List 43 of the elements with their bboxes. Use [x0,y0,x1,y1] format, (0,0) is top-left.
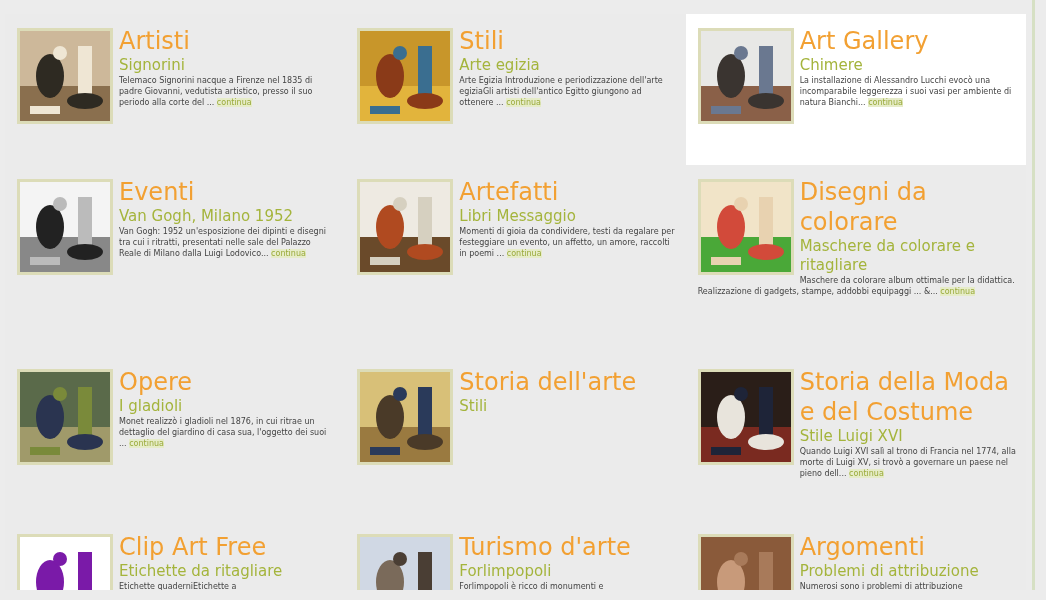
continue-link[interactable]: continua [940,287,976,296]
card-description: Maschere da colorare album ottimale per la didattica. Realizzazione di gadgets, stampe, addobbi equipaggi ... &... continua [697,275,1016,297]
card-title[interactable]: Art Gallery [697,26,1016,56]
card-title[interactable]: Artisti [17,26,336,56]
card-subtitle[interactable]: Stili [357,397,676,416]
card-description: Numerosi sono i problemi di attribuzione [798,581,964,590]
continue-link[interactable]: continua [271,249,306,258]
card-title[interactable]: Opere [17,367,336,397]
card-subtitle[interactable]: Maschere da colorare e ritagliare [697,237,1016,275]
card-subtitle[interactable]: Signorini [17,56,336,75]
card-description: Quando Luigi XVI salì al trono di Francia nel 1774, alla morte di Luigi XV, si trovò a governare un paese nel pieno dell... continua [798,446,1016,479]
card-subtitle[interactable]: Chimere [697,56,1016,75]
card-description: Momenti di gioia da condividere, testi da regalare per festeggiare un evento, un affetto, un amore, raccolti in poemi ... continua [458,226,676,259]
continue-link[interactable]: continua [506,98,541,107]
card-title[interactable]: Storia dell'arte [357,367,676,397]
card-subtitle[interactable]: Etichette da ritagliare [17,562,336,581]
card-description: Arte Egizia Introduzione e periodizzazione dell'arte egiziaGli artisti dell'antico Egitto giungono ad ottenere ... continua [458,75,664,108]
card-title[interactable]: Stili [357,26,676,56]
card-description: Telemaco Signorini nacque a Firenze nel 1835 di padre Giovanni, vedutista artistico, presso il suo periodo alla corte del ... continua [118,75,314,108]
card-title[interactable]: Storia della Moda e del Costume [697,367,1016,427]
card-subtitle[interactable]: Problemi di attribuzione [697,562,1016,581]
card-description: La installazione di Alessandro Lucchi evocò una incomparabile leggerezza i suoi vasi per ambiente di natura Bianchi... continua [798,75,1013,108]
card-subtitle[interactable]: I gladioli [17,397,336,416]
continue-link[interactable]: continua [868,98,903,107]
continue-link[interactable]: continua [506,249,542,258]
card-description: Monet realizzò i gladioli nel 1876, in cui ritrae un dettaglio del giardino di casa sua, l'oggetto dei suoi ... continua [118,416,328,449]
card-title[interactable]: Eventi [17,177,336,207]
card-description: Forlimpopoli è ricco di monumenti e [458,581,605,590]
card-subtitle[interactable]: Van Gogh, Milano 1952 [17,207,336,226]
card-subtitle[interactable]: Forlimpopoli [357,562,676,581]
card-description: Van Gogh: 1952 un'esposizione dei dipinti e disegni tra cui i ritratti, presentati nelle sale del Palazzo Reale di Milano dalla Luigi Lodovico... continua [118,226,327,259]
card-subtitle[interactable]: Stile Luigi XVI [697,427,1016,446]
card-title[interactable]: Turismo d'arte [357,532,676,562]
card-title[interactable]: Argomenti [697,532,1016,562]
card-title[interactable]: Artefatti [357,177,676,207]
card-title[interactable]: Clip Art Free [17,532,336,562]
continue-link[interactable]: continua [849,469,884,478]
card-title[interactable]: Disegni da colorare [697,177,1016,237]
card-description: Etichette quaderniEtichette a [118,581,238,590]
card-subtitle[interactable]: Arte egizia [357,56,676,75]
continue-link[interactable]: continua [129,439,164,448]
card-subtitle[interactable]: Libri Messaggio [357,207,676,226]
continue-link[interactable]: continua [216,98,252,107]
